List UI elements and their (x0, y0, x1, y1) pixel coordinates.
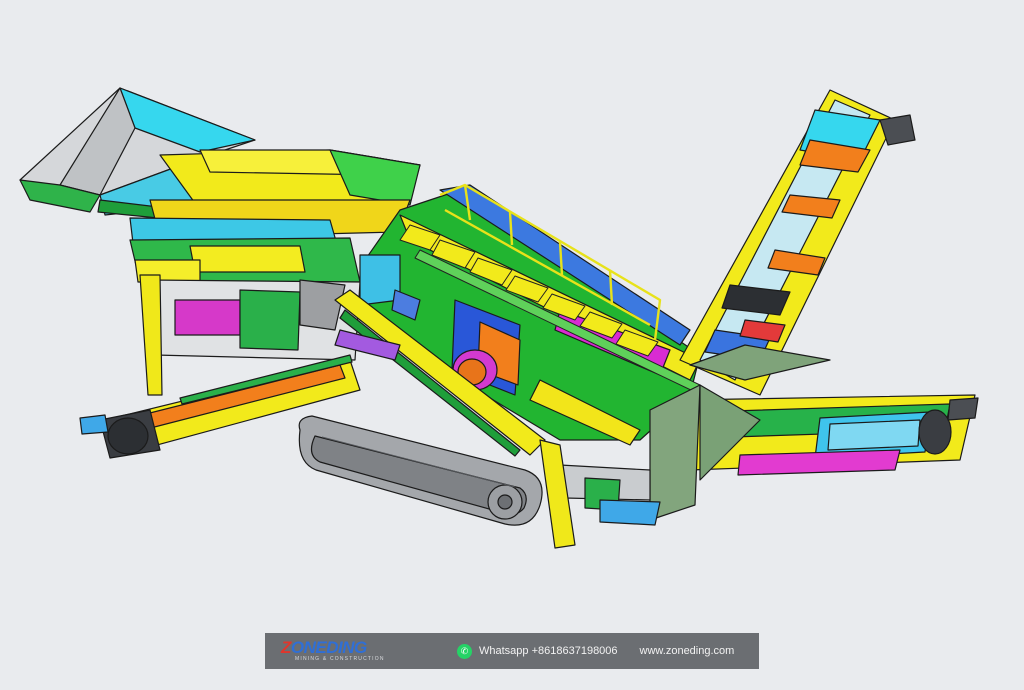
website-link[interactable]: www.zoneding.com (640, 645, 735, 657)
logo-brand-name: ONEDING (290, 638, 367, 657)
mobile-screening-plant-illustration (19, 87, 979, 549)
logo-letter-z: Z (281, 638, 291, 657)
footer-bar: ZONEDING MINING & CONSTRUCTION ✆ Whatsap… (265, 633, 759, 669)
chassis (539, 439, 661, 549)
logo-tagline: MINING & CONSTRUCTION (295, 656, 385, 662)
discharge-conveyor (679, 89, 916, 396)
logo-wordmark: ZONEDING (281, 639, 401, 656)
zoneding-logo: ZONEDING MINING & CONSTRUCTION (281, 636, 401, 666)
whatsapp-contact: Whatsapp +8618637198006 (479, 645, 618, 657)
whatsapp-icon: ✆ (457, 643, 472, 659)
